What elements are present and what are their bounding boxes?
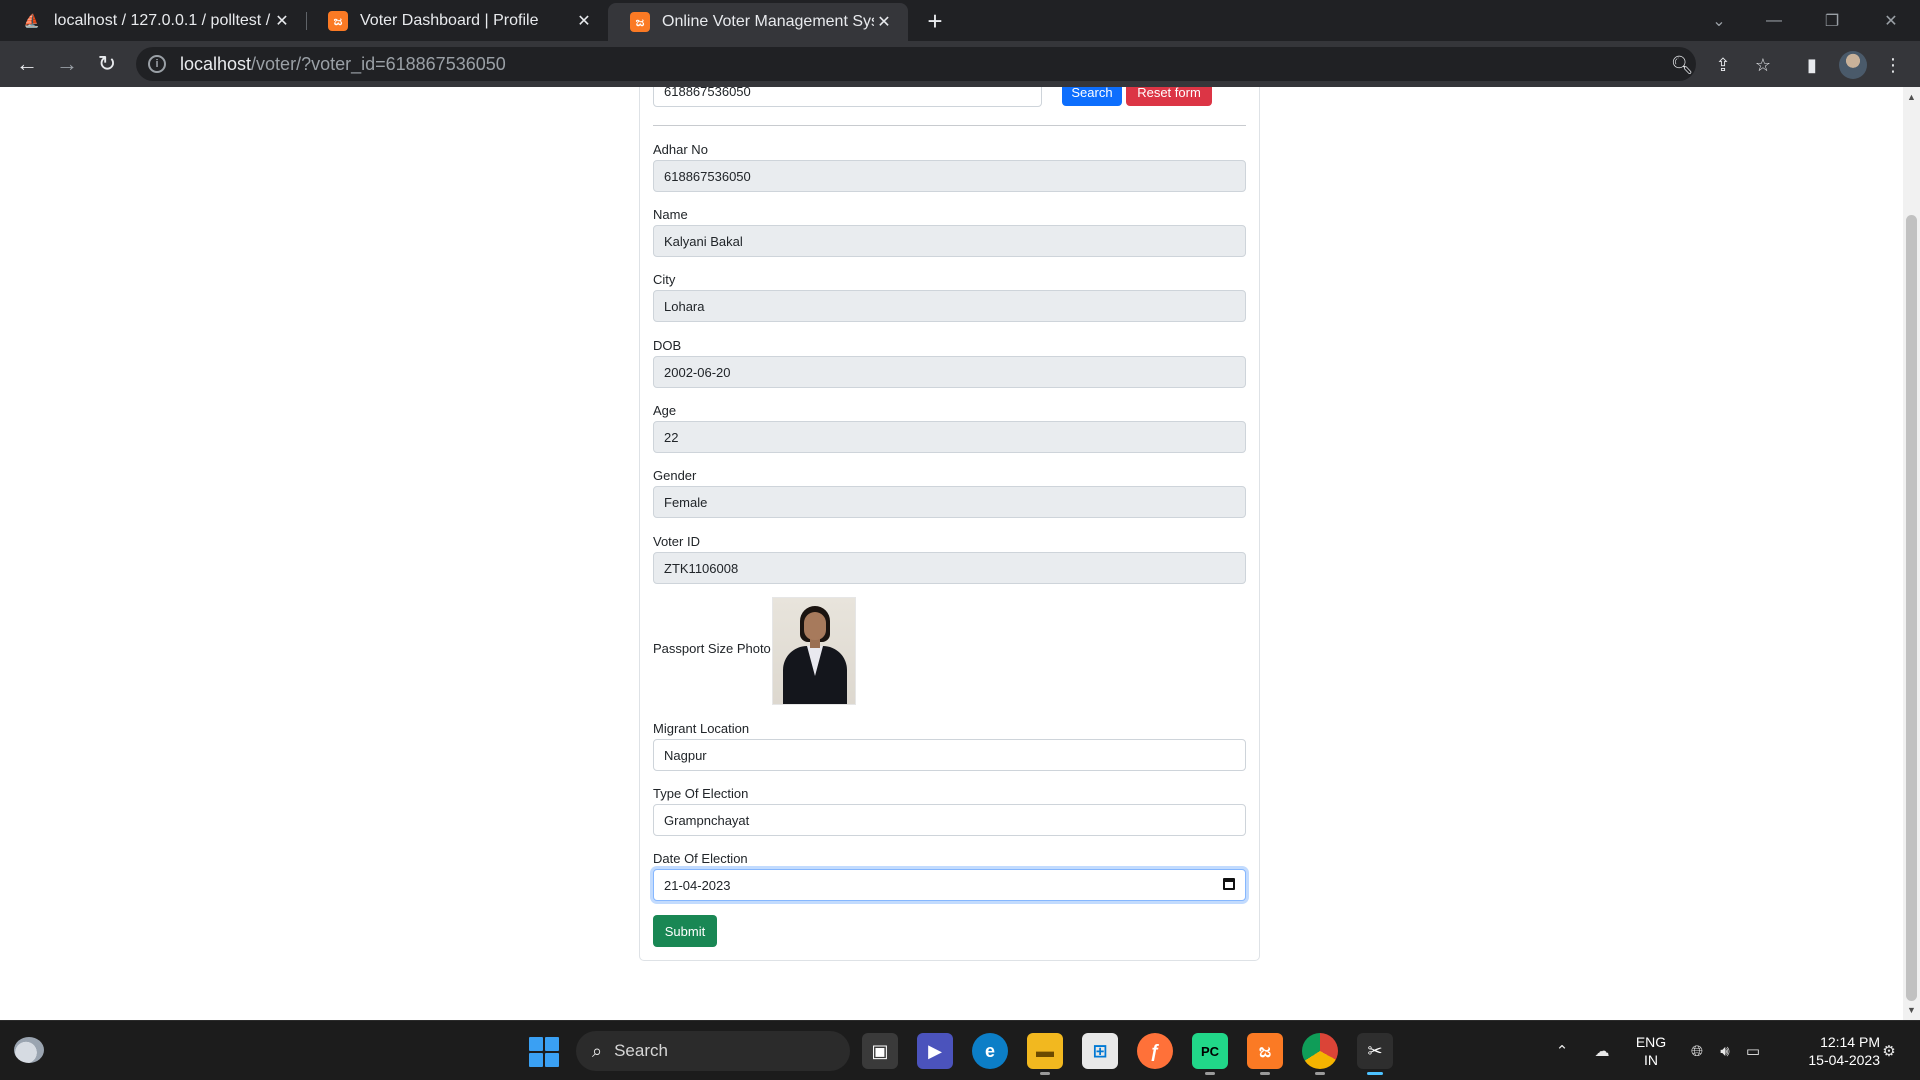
network-globe-icon[interactable]: 🌐︎	[1684, 1021, 1710, 1080]
date-of-election-label: Date Of Election	[653, 851, 748, 866]
clock-date: 15-04-2023	[1808, 1052, 1880, 1068]
chrome-icon[interactable]	[1302, 1033, 1338, 1075]
tab-phpmyadmin[interactable]: ⛵ localhost / 127.0.0.1 / polltest / v ✕	[0, 0, 306, 41]
passport-photo	[772, 597, 856, 705]
pycharm-icon[interactable]: PC	[1192, 1033, 1228, 1075]
tab-online-voter-management[interactable]: ಜ Online Voter Management Syster ✕	[608, 3, 908, 41]
tab-title: Voter Dashboard | Profile	[360, 11, 539, 29]
dob-label: DOB	[653, 338, 682, 353]
microsoft-store-icon[interactable]: ⊞	[1082, 1033, 1118, 1069]
region-code: IN	[1644, 1052, 1658, 1068]
adhar-field: 618867536050	[653, 160, 1246, 192]
new-tab-button[interactable]: +	[920, 6, 950, 36]
date-of-election-value: 21-04-2023	[664, 877, 731, 893]
profile-avatar[interactable]	[1839, 51, 1867, 79]
share-icon[interactable]: ⇪	[1711, 53, 1735, 77]
name-field: Kalyani Bakal	[653, 225, 1246, 257]
xampp-taskbar-icon[interactable]: ಜ	[1247, 1033, 1283, 1075]
restore-icon[interactable]: ❐	[1803, 0, 1861, 41]
close-icon[interactable]: ✕	[272, 11, 292, 31]
browser-toolbar: ← → ↻ i localhost/voter/?voter_id=618867…	[0, 41, 1920, 87]
type-of-election-label: Type Of Election	[653, 786, 749, 801]
search-input[interactable]: 618867536050	[653, 87, 1042, 107]
migrant-location-label: Migrant Location	[653, 721, 750, 736]
volume-icon[interactable]: 🔊︎	[1712, 1021, 1738, 1080]
forward-icon[interactable]: →	[51, 48, 83, 80]
date-of-election-input[interactable]: 21-04-2023	[653, 869, 1246, 901]
passport-photo-label: Passport Size Photo	[653, 641, 771, 656]
dob-field: 2002-06-20	[653, 356, 1246, 388]
weather-icon[interactable]	[14, 1037, 44, 1063]
close-icon[interactable]: ✕	[574, 11, 594, 31]
address-bar[interactable]: i localhost/voter/?voter_id=618867536050	[136, 47, 1696, 81]
adhar-label: Adhar No	[653, 142, 708, 157]
language-code: ENG	[1635, 1034, 1667, 1050]
divider	[653, 125, 1246, 126]
site-info-icon[interactable]: i	[148, 55, 166, 73]
submit-button[interactable]: Submit	[653, 915, 717, 947]
reload-icon[interactable]: ↻	[91, 48, 123, 80]
zoom-icon[interactable]: 🔍︎	[1670, 53, 1694, 77]
tab-title: Online Voter Management Syster	[662, 13, 874, 30]
url-path: /voter/?voter_id=618867536050	[251, 53, 506, 74]
voter-id-label: Voter ID	[653, 534, 700, 549]
language-indicator[interactable]: ENG IN	[1626, 1033, 1676, 1069]
tab-voter-dashboard[interactable]: ಜ Voter Dashboard | Profile ✕	[306, 0, 608, 41]
page-viewport: 618867536050 Search Reset form Adhar No …	[0, 87, 1903, 1020]
close-window-icon[interactable]: ✕	[1862, 0, 1920, 41]
scroll-up-icon[interactable]: ▲	[1903, 89, 1920, 105]
page-scrollbar[interactable]: ▲ ▼	[1903, 87, 1920, 1020]
scroll-down-icon[interactable]: ▼	[1903, 1002, 1920, 1018]
taskbar-search-label: Search	[614, 1041, 668, 1060]
close-icon[interactable]: ✕	[874, 12, 894, 32]
edge-icon[interactable]: e	[972, 1033, 1008, 1069]
name-label: Name	[653, 207, 688, 222]
side-panel-icon[interactable]: ▮	[1800, 53, 1824, 77]
bookmark-star-icon[interactable]: ☆	[1751, 53, 1775, 77]
notification-icon[interactable]: ⚙	[1874, 1021, 1904, 1080]
tab-title: localhost / 127.0.0.1 / polltest / v	[54, 11, 272, 29]
file-explorer-icon[interactable]: ▬	[1027, 1033, 1063, 1075]
battery-icon[interactable]: ▭	[1740, 1021, 1766, 1080]
search-button[interactable]: Search	[1062, 87, 1122, 106]
browser-tab-bar: ⛵ localhost / 127.0.0.1 / polltest / v ✕…	[0, 0, 1920, 41]
teams-chat-icon[interactable]: ▶	[917, 1033, 953, 1069]
system-clock[interactable]: 12:14 PM 15-04-2023	[1780, 1033, 1880, 1069]
show-hidden-icons-chevron-icon[interactable]: ⌃	[1548, 1021, 1576, 1080]
url-host: localhost	[180, 53, 252, 74]
calendar-icon[interactable]	[1223, 878, 1235, 890]
type-of-election-input[interactable]: Grampnchayat	[653, 804, 1246, 836]
start-icon[interactable]	[529, 1037, 559, 1067]
tab-search-chevron-icon[interactable]: ⌄	[1690, 0, 1748, 41]
task-view-icon[interactable]: ▣	[862, 1033, 898, 1069]
voter-id-field: ZTK1106008	[653, 552, 1246, 584]
search-icon: ⌕	[592, 1040, 603, 1061]
address-url[interactable]: localhost/voter/?voter_id=618867536050	[180, 54, 506, 75]
photo-face-shape	[804, 612, 826, 640]
migrant-location-input[interactable]: Nagpur	[653, 739, 1246, 771]
gender-field: Female	[653, 486, 1246, 518]
age-label: Age	[653, 403, 677, 418]
gender-label: Gender	[653, 468, 697, 483]
taskbar-search[interactable]: ⌕ Search	[576, 1031, 850, 1071]
age-field: 22	[653, 421, 1246, 453]
reset-form-button[interactable]: Reset form	[1126, 87, 1212, 106]
xampp-icon: ಜ	[630, 12, 650, 32]
clock-time: 12:14 PM	[1820, 1034, 1880, 1050]
minimize-icon[interactable]: —	[1745, 0, 1803, 41]
phpmyadmin-icon: ⛵	[23, 12, 41, 28]
menu-kebab-icon[interactable]: ⋮	[1881, 53, 1905, 77]
onedrive-icon[interactable]: ☁	[1588, 1021, 1616, 1080]
search-row: 618867536050 Search Reset form	[653, 87, 1246, 109]
xampp-icon: ಜ	[328, 10, 348, 31]
city-field: Lohara	[653, 290, 1246, 322]
back-icon[interactable]: ←	[11, 48, 43, 80]
windows-taskbar: ⌕ Search ▣ ▶ e ▬ ⊞ ƒ PC ಜ ✂ ⌃ ☁ ENG IN 🌐…	[0, 1020, 1920, 1080]
snipping-tool-icon[interactable]: ✂	[1357, 1033, 1393, 1075]
city-label: City	[653, 272, 676, 287]
scrollbar-thumb[interactable]	[1906, 215, 1917, 1001]
firefox-icon[interactable]: ƒ	[1137, 1033, 1173, 1069]
